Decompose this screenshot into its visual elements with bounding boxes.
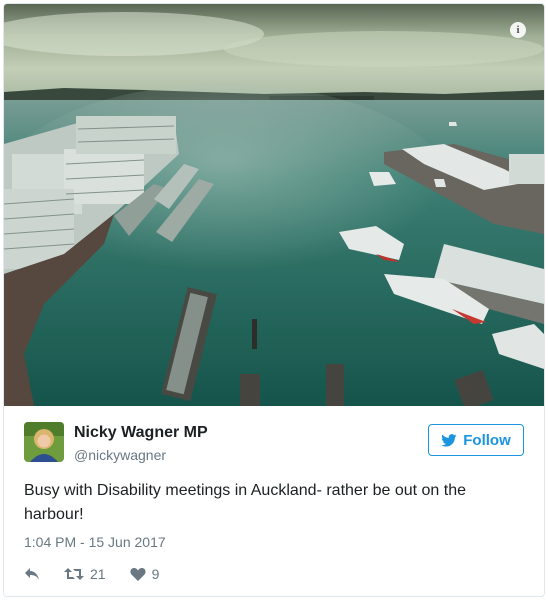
retweet-button[interactable]: 21: [64, 566, 106, 582]
author-name[interactable]: Nicky Wagner MP: [74, 424, 208, 442]
info-icon[interactable]: i: [510, 22, 526, 38]
like-button[interactable]: 9: [130, 566, 160, 582]
harbour-photo: [4, 4, 544, 406]
tweet-actions: 21 9: [24, 564, 183, 584]
follow-label: Follow: [463, 431, 511, 449]
like-count: 9: [151, 566, 160, 582]
tweet-photo[interactable]: i: [4, 4, 544, 406]
twitter-bird-icon: [441, 433, 457, 447]
avatar[interactable]: [24, 422, 64, 462]
follow-button[interactable]: Follow: [428, 424, 524, 456]
tweet-card: i Nicky Wagner MP @nickywagner Follow Bu…: [3, 3, 545, 597]
retweet-count: 21: [90, 566, 106, 582]
tweet-timestamp[interactable]: 1:04 PM - 15 Jun 2017: [24, 534, 166, 550]
tweet-header: Nicky Wagner MP @nickywagner Follow: [24, 422, 524, 466]
author-handle[interactable]: @nickywagner: [74, 447, 166, 463]
reply-button[interactable]: [24, 567, 40, 581]
tweet-text: Busy with Disability meetings in Aucklan…: [24, 482, 467, 523]
reply-icon: [25, 568, 39, 580]
heart-icon: [130, 568, 146, 581]
retweet-icon: [64, 568, 84, 580]
